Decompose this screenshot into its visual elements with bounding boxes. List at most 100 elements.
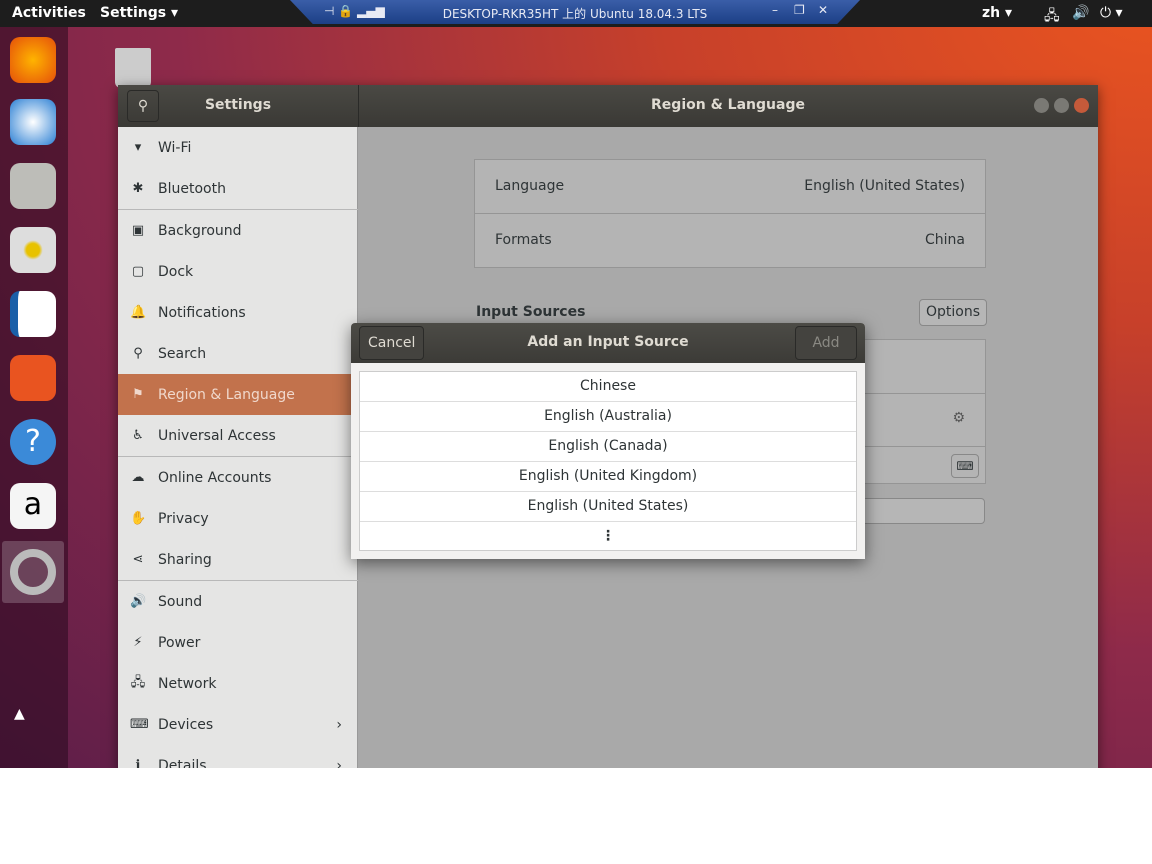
language-label: Language [495, 178, 565, 194]
sidebar-item-label: Network [158, 675, 217, 692]
top-bar: Activities Settings ▾ ⊣ 🔒 ▂▄▆ DESKTOP-RK… [0, 0, 1152, 27]
sidebar-separator [118, 580, 358, 581]
sidebar-item-label: Dock [158, 263, 194, 280]
sidebar-title: Settings [204, 97, 272, 113]
sidebar-icon: 🔔 [130, 305, 147, 320]
sidebar-icon: ▢ [131, 264, 145, 279]
sidebar-item-dock[interactable]: ▢ Dock [118, 251, 358, 292]
rdp-connection-bar: ⊣ 🔒 ▂▄▆ DESKTOP-RKR35HT 上的 Ubuntu 18.04.… [290, 0, 860, 24]
sidebar-item-label: Online Accounts [158, 469, 272, 486]
sidebar-item-label: Wi-Fi [158, 139, 192, 156]
sidebar-icon: ✱ [132, 181, 144, 196]
dialog-header: Cancel Add an Input Source Add [351, 323, 865, 363]
sidebar-item-network[interactable]: 🖧 Network [118, 663, 358, 704]
sidebar-icon: 🖧 [130, 674, 146, 690]
thunderbird-icon[interactable] [10, 99, 56, 145]
sidebar-item-wi-fi[interactable]: ▾ Wi-Fi [118, 127, 358, 168]
sidebar-item-universal-access[interactable]: ♿ Universal Access [118, 415, 358, 456]
settings-dock-icon[interactable] [2, 541, 64, 603]
help-icon[interactable]: ? [10, 419, 56, 465]
firefox-icon[interactable] [10, 37, 56, 83]
chevron-right-icon: › [336, 757, 342, 769]
sidebar-item-notifications[interactable]: 🔔 Notifications [118, 292, 358, 333]
language-formats-frame: Language English (United States) Formats C… [474, 159, 986, 268]
sidebar-icon: ⚡ [133, 635, 143, 650]
dock: ? a [0, 27, 68, 768]
maximize-button[interactable] [1054, 98, 1069, 113]
chevron-right-icon: › [336, 716, 342, 733]
libreoffice-writer-icon[interactable] [10, 291, 56, 337]
activities-button[interactable]: Activities [12, 5, 86, 21]
close-button[interactable] [1074, 98, 1089, 113]
sidebar-item-label: Sharing [158, 551, 212, 568]
app-menu[interactable]: Settings ▾ [100, 5, 178, 21]
sidebar-item-label: Sound [158, 593, 203, 610]
minimize-button[interactable] [1034, 98, 1049, 113]
input-source-option[interactable]: English (Australia) [360, 402, 856, 432]
sidebar-item-devices[interactable]: ⌨ Devices › [118, 704, 358, 745]
input-source-option[interactable]: Chinese [360, 372, 856, 402]
sidebar-separator [118, 209, 358, 210]
window-title: Region & Language [651, 97, 805, 113]
language-indicator[interactable]: zh ▾ [982, 5, 1012, 21]
sidebar-icon: ✋ [130, 511, 147, 526]
sidebar-separator [118, 456, 358, 457]
sidebar-item-label: Details [158, 757, 207, 769]
input-source-add-remove-toolbar[interactable] [858, 498, 985, 524]
sidebar-icon: ⚑ [132, 387, 144, 402]
sidebar-item-background[interactable]: ▣ Background [118, 210, 358, 251]
sidebar-item-sharing[interactable]: ⋖ Sharing [118, 539, 358, 580]
sidebar-item-power[interactable]: ⚡ Power [118, 622, 358, 663]
sidebar-icon: ▣ [131, 223, 145, 238]
sidebar-item-label: Region & Language [158, 386, 295, 403]
sidebar-item-label: Power [158, 634, 201, 651]
language-row[interactable]: Language English (United States) [495, 178, 965, 194]
sidebar-icon: ▾ [134, 140, 142, 155]
sidebar-icon: ℹ [135, 758, 141, 768]
sidebar-icon: ⚲ [133, 346, 143, 361]
options-button[interactable]: Options [919, 299, 988, 326]
close-icon[interactable]: ✕ [818, 3, 828, 17]
minimize-icon[interactable]: – [772, 3, 778, 17]
mouse-cursor: ▲ [14, 706, 25, 722]
sidebar-item-sound[interactable]: 🔊 Sound [118, 581, 358, 622]
formats-value: China [925, 232, 965, 248]
files-icon[interactable] [10, 163, 56, 209]
software-icon[interactable] [10, 355, 56, 401]
keyboard-layout-button[interactable]: ⌨ [951, 454, 979, 478]
amazon-icon[interactable]: a [10, 483, 56, 529]
input-source-option[interactable]: English (United States) [360, 492, 856, 522]
sidebar-icon: ☁ [131, 470, 145, 485]
sidebar-item-online-accounts[interactable]: ☁ Online Accounts [118, 457, 358, 498]
dialog-title: Add an Input Source [527, 334, 689, 350]
sidebar-icon: ♿ [132, 428, 144, 443]
sidebar-item-label: Privacy [158, 510, 209, 527]
sidebar-item-search[interactable]: ⚲ Search [118, 333, 358, 374]
sidebar-icon: ⋖ [132, 552, 144, 567]
network-icon[interactable]: 🖧 [1044, 5, 1060, 29]
sidebar-icon: ⌨ [130, 717, 149, 732]
add-input-source-dialog: Cancel Add an Input Source Add Chinese En… [351, 323, 865, 559]
rhythmbox-icon[interactable] [10, 227, 56, 273]
sidebar-item-privacy[interactable]: ✋ Privacy [118, 498, 358, 539]
header-bar: ⚲ Settings Region & Language [118, 85, 1098, 127]
sidebar-item-label: Universal Access [158, 427, 276, 444]
input-sources-heading: Input Sources [476, 304, 586, 320]
gear-icon[interactable]: ⚙ [952, 410, 965, 426]
language-value: English (United States) [804, 178, 965, 194]
power-icon[interactable]: ⏻ ▾ [1100, 5, 1123, 21]
formats-label: Formats [495, 232, 552, 248]
sidebar-item-label: Background [158, 222, 242, 239]
sidebar-item-bluetooth[interactable]: ✱ Bluetooth [118, 168, 358, 209]
volume-icon[interactable]: 🔊 [1072, 5, 1089, 21]
restore-icon[interactable]: ❐ [794, 3, 805, 17]
sidebar-item-details[interactable]: ℹ Details › [118, 745, 358, 769]
sidebar-item-region-language[interactable]: ⚑ Region & Language [118, 374, 358, 415]
trash-icon[interactable] [115, 48, 151, 88]
formats-row[interactable]: Formats China [495, 232, 965, 248]
input-source-option[interactable]: English (Canada) [360, 432, 856, 462]
more-options-button[interactable]: ⋮ [360, 522, 856, 552]
input-source-option[interactable]: English (United Kingdom) [360, 462, 856, 492]
input-source-list: Chinese English (Australia) English (Canad… [359, 371, 857, 551]
add-button[interactable]: Add [795, 326, 857, 360]
